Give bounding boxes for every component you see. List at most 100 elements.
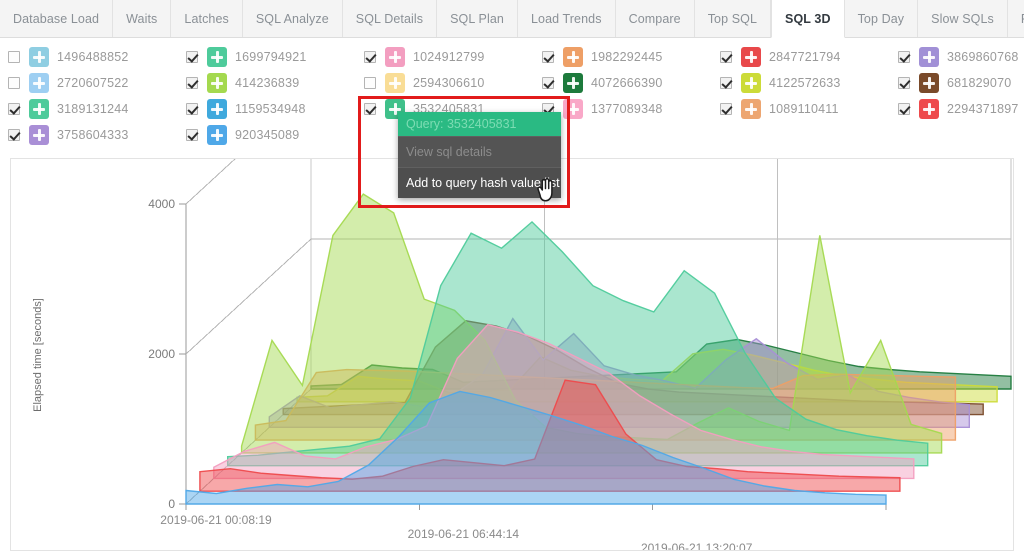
tab-perf-counters[interactable]: Perf Counters [1007, 0, 1024, 37]
tab-sql-3d[interactable]: SQL 3D [771, 0, 845, 38]
legend-item[interactable]: 1159534948 [178, 96, 356, 122]
x-axis-tick-label: 2019-06-21 13:20:07 [641, 541, 753, 550]
sql-3d-chart-panel[interactable]: 0 2000 4000 Elapsed time [seconds] 2019-06-2… [10, 158, 1014, 551]
legend-checkbox[interactable] [186, 51, 198, 63]
legend-item-label[interactable]: 2847721794 [769, 50, 841, 64]
context-menu-item-view-sql-details[interactable]: View sql details [398, 136, 561, 167]
legend-checkbox[interactable] [186, 77, 198, 89]
legend-checkbox[interactable] [720, 77, 732, 89]
legend-item-label[interactable]: 2594306610 [413, 76, 485, 90]
tab-sql-details[interactable]: SQL Details [342, 0, 438, 37]
legend-checkbox[interactable] [898, 51, 910, 63]
legend-item[interactable]: 681829070 [890, 70, 1024, 96]
tab-slow-sqls[interactable]: Slow SQLs [918, 0, 1008, 37]
legend-item[interactable]: 4122572633 [712, 70, 890, 96]
legend-item-label[interactable]: 1159534948 [235, 102, 306, 116]
legend-item[interactable]: 2720607522 [0, 70, 178, 96]
plus-icon[interactable] [563, 47, 583, 67]
legend-item[interactable]: 1089110411 [712, 96, 890, 122]
x-axis-tick-label: 2019-06-21 00:08:19 [160, 513, 272, 527]
tab-waits[interactable]: Waits [113, 0, 172, 37]
legend-checkbox[interactable] [898, 103, 910, 115]
legend-checkbox[interactable] [8, 103, 20, 115]
legend-item-label[interactable]: 4072666390 [591, 76, 663, 90]
legend-item[interactable]: 3758604333 [0, 122, 178, 148]
legend-checkbox[interactable] [8, 51, 20, 63]
legend-item[interactable]: 2594306610 [356, 70, 534, 96]
legend-item-label[interactable]: 414236839 [235, 76, 299, 90]
legend-checkbox[interactable] [364, 77, 376, 89]
legend-item-label[interactable]: 4122572633 [769, 76, 841, 90]
tab-latches[interactable]: Latches [171, 0, 243, 37]
tab-sql-analyze[interactable]: SQL Analyze [242, 0, 343, 37]
legend-item[interactable]: 1024912799 [356, 44, 534, 70]
legend-checkbox[interactable] [186, 129, 198, 141]
legend-item-label[interactable]: 1024912799 [413, 50, 485, 64]
plus-icon[interactable] [207, 47, 227, 67]
plus-icon[interactable] [29, 47, 49, 67]
legend-item[interactable]: 4072666390 [534, 70, 712, 96]
legend-item-label[interactable]: 3758604333 [57, 128, 129, 142]
legend-column-4: 1982292445 4072666390 1377089348 [534, 44, 712, 122]
tab-top-day[interactable]: Top Day [844, 0, 919, 37]
tab-sql-plan[interactable]: SQL Plan [437, 0, 518, 37]
legend-item[interactable]: 2847721794 [712, 44, 890, 70]
plus-icon[interactable] [207, 73, 227, 93]
legend-item[interactable]: 1496488852 [0, 44, 178, 70]
plus-icon[interactable] [207, 99, 227, 119]
tab-bar: Database Load Waits Latches SQL Analyze SQL … [0, 0, 1024, 38]
legend-item[interactable]: 414236839 [178, 70, 356, 96]
context-menu-item-add-to-query-hash-value-list[interactable]: Add to query hash value list [398, 167, 561, 198]
plus-icon[interactable] [741, 47, 761, 67]
plus-icon[interactable] [919, 47, 939, 67]
legend-checkbox[interactable] [720, 51, 732, 63]
legend-checkbox[interactable] [542, 51, 554, 63]
legend-checkbox[interactable] [898, 77, 910, 89]
legend-checkbox[interactable] [8, 129, 20, 141]
plus-icon[interactable] [741, 73, 761, 93]
legend-item-label[interactable]: 1089110411 [769, 102, 839, 116]
legend-checkbox[interactable] [364, 103, 376, 115]
plus-icon[interactable] [29, 73, 49, 93]
sql-3d-page: Database Load Waits Latches SQL Analyze SQL … [0, 0, 1024, 559]
legend-item[interactable]: 3189131244 [0, 96, 178, 122]
legend-checkbox[interactable] [720, 103, 732, 115]
legend-item[interactable]: 2294371897 [890, 96, 1024, 122]
legend-item-label[interactable]: 2294371897 [947, 102, 1019, 116]
plus-icon[interactable] [29, 99, 49, 119]
legend-checkbox[interactable] [8, 77, 20, 89]
plus-icon[interactable] [563, 99, 583, 119]
plus-icon[interactable] [29, 125, 49, 145]
legend-item-label[interactable]: 3189131244 [57, 102, 129, 116]
legend-item[interactable]: 920345089 [178, 122, 356, 148]
plus-icon[interactable] [385, 47, 405, 67]
tab-database-load[interactable]: Database Load [0, 0, 114, 37]
plus-icon[interactable] [563, 73, 583, 93]
legend-item-label[interactable]: 920345089 [235, 128, 299, 142]
plus-icon[interactable] [919, 99, 939, 119]
legend-checkbox[interactable] [364, 51, 376, 63]
legend-item[interactable]: 1982292445 [534, 44, 712, 70]
legend-item-label[interactable]: 681829070 [947, 76, 1011, 90]
legend-item[interactable]: 3869860768 [890, 44, 1024, 70]
plus-icon[interactable] [385, 73, 405, 93]
legend-item-label[interactable]: 2720607522 [57, 76, 129, 90]
plus-icon[interactable] [919, 73, 939, 93]
legend-item-label[interactable]: 1982292445 [591, 50, 663, 64]
tab-compare[interactable]: Compare [615, 0, 695, 37]
legend-column-3: 1024912799 2594306610 3532405831 [356, 44, 534, 122]
legend-column-6: 3869860768 681829070 2294371897 [890, 44, 1024, 122]
plus-icon[interactable] [741, 99, 761, 119]
legend-item[interactable]: 1699794921 [178, 44, 356, 70]
legend-item-label[interactable]: 1496488852 [57, 50, 129, 64]
plus-icon[interactable] [207, 125, 227, 145]
sql-3d-area-chart[interactable]: 0 2000 4000 Elapsed time [seconds] 2019-06-2… [11, 159, 1013, 550]
legend-item-label[interactable]: 1699794921 [235, 50, 307, 64]
legend-item-label[interactable]: 1377089348 [591, 102, 663, 116]
query-context-menu[interactable]: Query: 3532405831 View sql details Add t… [398, 112, 561, 198]
tab-load-trends[interactable]: Load Trends [517, 0, 616, 37]
legend-checkbox[interactable] [186, 103, 198, 115]
tab-top-sql[interactable]: Top SQL [694, 0, 772, 37]
legend-checkbox[interactable] [542, 77, 554, 89]
legend-item-label[interactable]: 3869860768 [947, 50, 1019, 64]
